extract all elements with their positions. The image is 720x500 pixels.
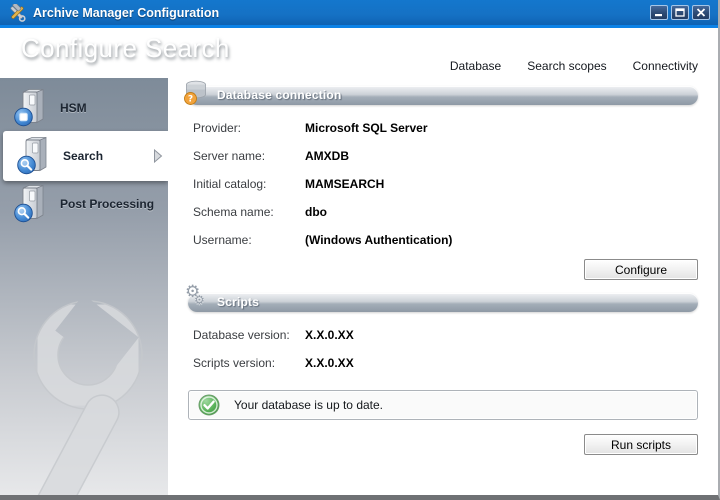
page-header: Configure Search Database Search scopes … [0,28,718,78]
window-title: Archive Manager Configuration [33,5,220,20]
scripts-fields: Database version: X.X.0.XX Scripts versi… [193,326,698,372]
titlebar: Archive Manager Configuration [0,0,718,28]
archive-manager-window: Archive Manager Configuration Configure … [0,0,720,500]
field-server-name: Server name: AMXDB [193,149,349,163]
field-database-version: Database version: X.X.0.XX [193,328,354,342]
status-message: Your database is up to date. [234,398,384,412]
minimize-button[interactable] [650,5,668,20]
field-schema-name: Schema name: dbo [193,205,327,219]
main-area: HSM Search Post Processing ? Database co… [0,78,718,495]
sidebar-item-label: HSM [60,101,87,115]
field-initial-catalog: Initial catalog: MAMSEARCH [193,177,385,191]
search-server-icon [16,135,54,177]
sidebar-item-label: Search [63,149,104,163]
database-help-icon: ? [183,79,210,106]
hsm-server-icon [13,87,51,129]
post-processing-server-icon [13,183,51,225]
window-controls [650,5,710,20]
maximize-button[interactable] [671,5,689,20]
section-title: Scripts [217,295,260,309]
section-title: Database connection [217,88,342,102]
sidebar-item-label: Post Processing [60,197,155,211]
tab-connectivity[interactable]: Connectivity [620,55,711,78]
sidebar: HSM Search Post Processing [0,78,168,495]
sidebar-item-hsm[interactable]: HSM [0,86,168,130]
sidebar-item-search[interactable]: Search [3,131,168,181]
tab-database[interactable]: Database [436,55,515,78]
database-connection-fields: Provider: Microsoft SQL Server Server na… [193,119,698,249]
selected-arrow-icon [153,148,163,164]
configure-button[interactable]: Configure [584,259,698,280]
wrench-watermark-icon [33,300,143,495]
scripts-header: ⚙ ⚙ Scripts [185,284,698,312]
content-panel: ? Database connection Provider: Microsof… [168,78,718,495]
run-scripts-button[interactable]: Run scripts [584,434,698,455]
field-scripts-version: Scripts version: X.X.0.XX [193,356,354,370]
tab-bar: Database Search scopes Connectivity [436,55,711,78]
success-check-icon [198,394,220,416]
field-provider: Provider: Microsoft SQL Server [193,121,428,135]
close-button[interactable] [692,5,710,20]
svg-text:?: ? [188,95,193,105]
tools-app-icon [8,3,26,22]
tab-search-scopes[interactable]: Search scopes [514,55,619,78]
gears-icon: ⚙ ⚙ [185,282,205,307]
sidebar-item-post-processing[interactable]: Post Processing [0,182,168,226]
database-status-box: Your database is up to date. [188,390,698,420]
database-connection-header: ? Database connection [184,80,698,105]
page-title: Configure Search [21,33,230,63]
field-username: Username: (Windows Authentication) [193,233,453,247]
